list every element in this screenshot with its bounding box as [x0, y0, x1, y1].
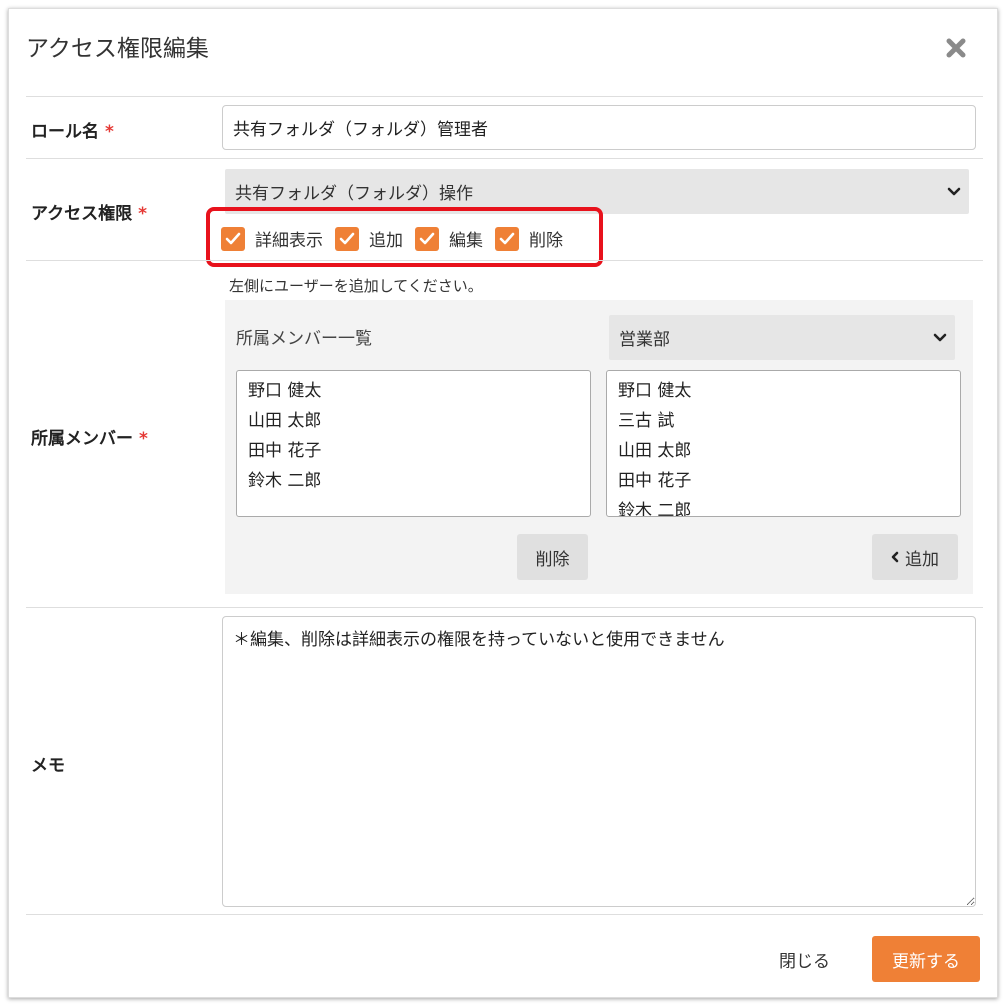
update-label: 更新する — [892, 951, 960, 972]
role-name-label: ロール名 * — [31, 122, 114, 142]
required-mark: * — [139, 429, 148, 449]
checkmark-icon — [415, 226, 439, 251]
permission-edit-label: 編集 — [449, 231, 483, 251]
memo-label: メモ — [31, 756, 65, 776]
divider — [26, 914, 983, 915]
remove-member-label: 削除 — [535, 549, 570, 570]
divider — [26, 158, 983, 159]
list-item[interactable]: 三古 試 — [618, 409, 949, 439]
department-value: 営業部 — [619, 330, 670, 350]
divider — [26, 260, 983, 261]
dialog-title: アクセス権限編集 — [26, 36, 209, 62]
checkmark-icon — [335, 226, 359, 251]
department-select[interactable]: 営業部 — [609, 315, 955, 360]
divider — [26, 607, 983, 608]
list-item[interactable]: 野口 健太 — [618, 379, 949, 409]
list-item[interactable]: 鈴木 二郎 — [248, 469, 579, 499]
access-type-value: 共有フォルダ（フォルダ）操作 — [235, 184, 473, 204]
permission-view-checkbox[interactable]: 詳細表示 — [221, 226, 323, 251]
permission-view-label: 詳細表示 — [255, 231, 323, 251]
list-item[interactable]: 鈴木 二郎 — [618, 499, 949, 516]
checkmark-icon — [495, 226, 519, 251]
member-panel: 所属メンバー一覧 営業部 野口 健太 山田 太郎 田中 花子 鈴木 二郎 野口 … — [225, 300, 973, 594]
chevron-down-icon — [947, 182, 961, 202]
permission-delete-label: 削除 — [529, 231, 563, 251]
required-mark: * — [138, 204, 148, 224]
update-button[interactable]: 更新する — [872, 936, 980, 982]
add-member-label: 追加 — [905, 549, 939, 570]
list-item[interactable]: 田中 花子 — [248, 439, 579, 469]
available-members-list[interactable]: 野口 健太 三古 試 山田 太郎 田中 花子 鈴木 二郎 — [606, 370, 961, 517]
access-permission-label: アクセス権限 * — [31, 204, 148, 224]
memo-textarea[interactable]: ＊編集、削除は詳細表示の権限を持っていないと使用できません — [222, 616, 976, 907]
list-item[interactable]: 山田 太郎 — [618, 439, 949, 469]
members-hint: 左側にユーザーを追加してください。 — [229, 277, 483, 295]
list-item[interactable]: 野口 健太 — [248, 379, 579, 409]
role-name-input[interactable] — [222, 105, 976, 150]
chevron-left-icon — [891, 551, 899, 563]
list-item[interactable]: 田中 花子 — [618, 469, 949, 499]
close-icon[interactable] — [943, 35, 969, 61]
checkmark-icon — [221, 226, 245, 251]
permission-edit-checkbox[interactable]: 編集 — [415, 226, 483, 251]
permission-delete-checkbox[interactable]: 削除 — [495, 226, 563, 251]
permission-add-checkbox[interactable]: 追加 — [335, 226, 403, 251]
chevron-down-icon — [933, 328, 947, 348]
list-item[interactable]: 山田 太郎 — [248, 409, 579, 439]
permission-add-label: 追加 — [369, 231, 403, 251]
members-label: 所属メンバー * — [31, 429, 148, 449]
close-button[interactable]: 閉じる — [779, 947, 830, 972]
permission-checkboxes: 詳細表示 追加 編集 削除 — [221, 226, 575, 251]
remove-member-button[interactable]: 削除 — [517, 534, 588, 580]
access-edit-dialog: アクセス権限編集 ロール名* アクセス権限* 共有フォルダ（フォルダ）操作 詳細… — [8, 8, 998, 998]
required-mark: * — [105, 122, 114, 142]
add-member-button[interactable]: 追加 — [872, 534, 958, 580]
assigned-members-list[interactable]: 野口 健太 山田 太郎 田中 花子 鈴木 二郎 — [236, 370, 591, 517]
member-list-title: 所属メンバー一覧 — [236, 329, 372, 349]
divider — [26, 96, 983, 97]
